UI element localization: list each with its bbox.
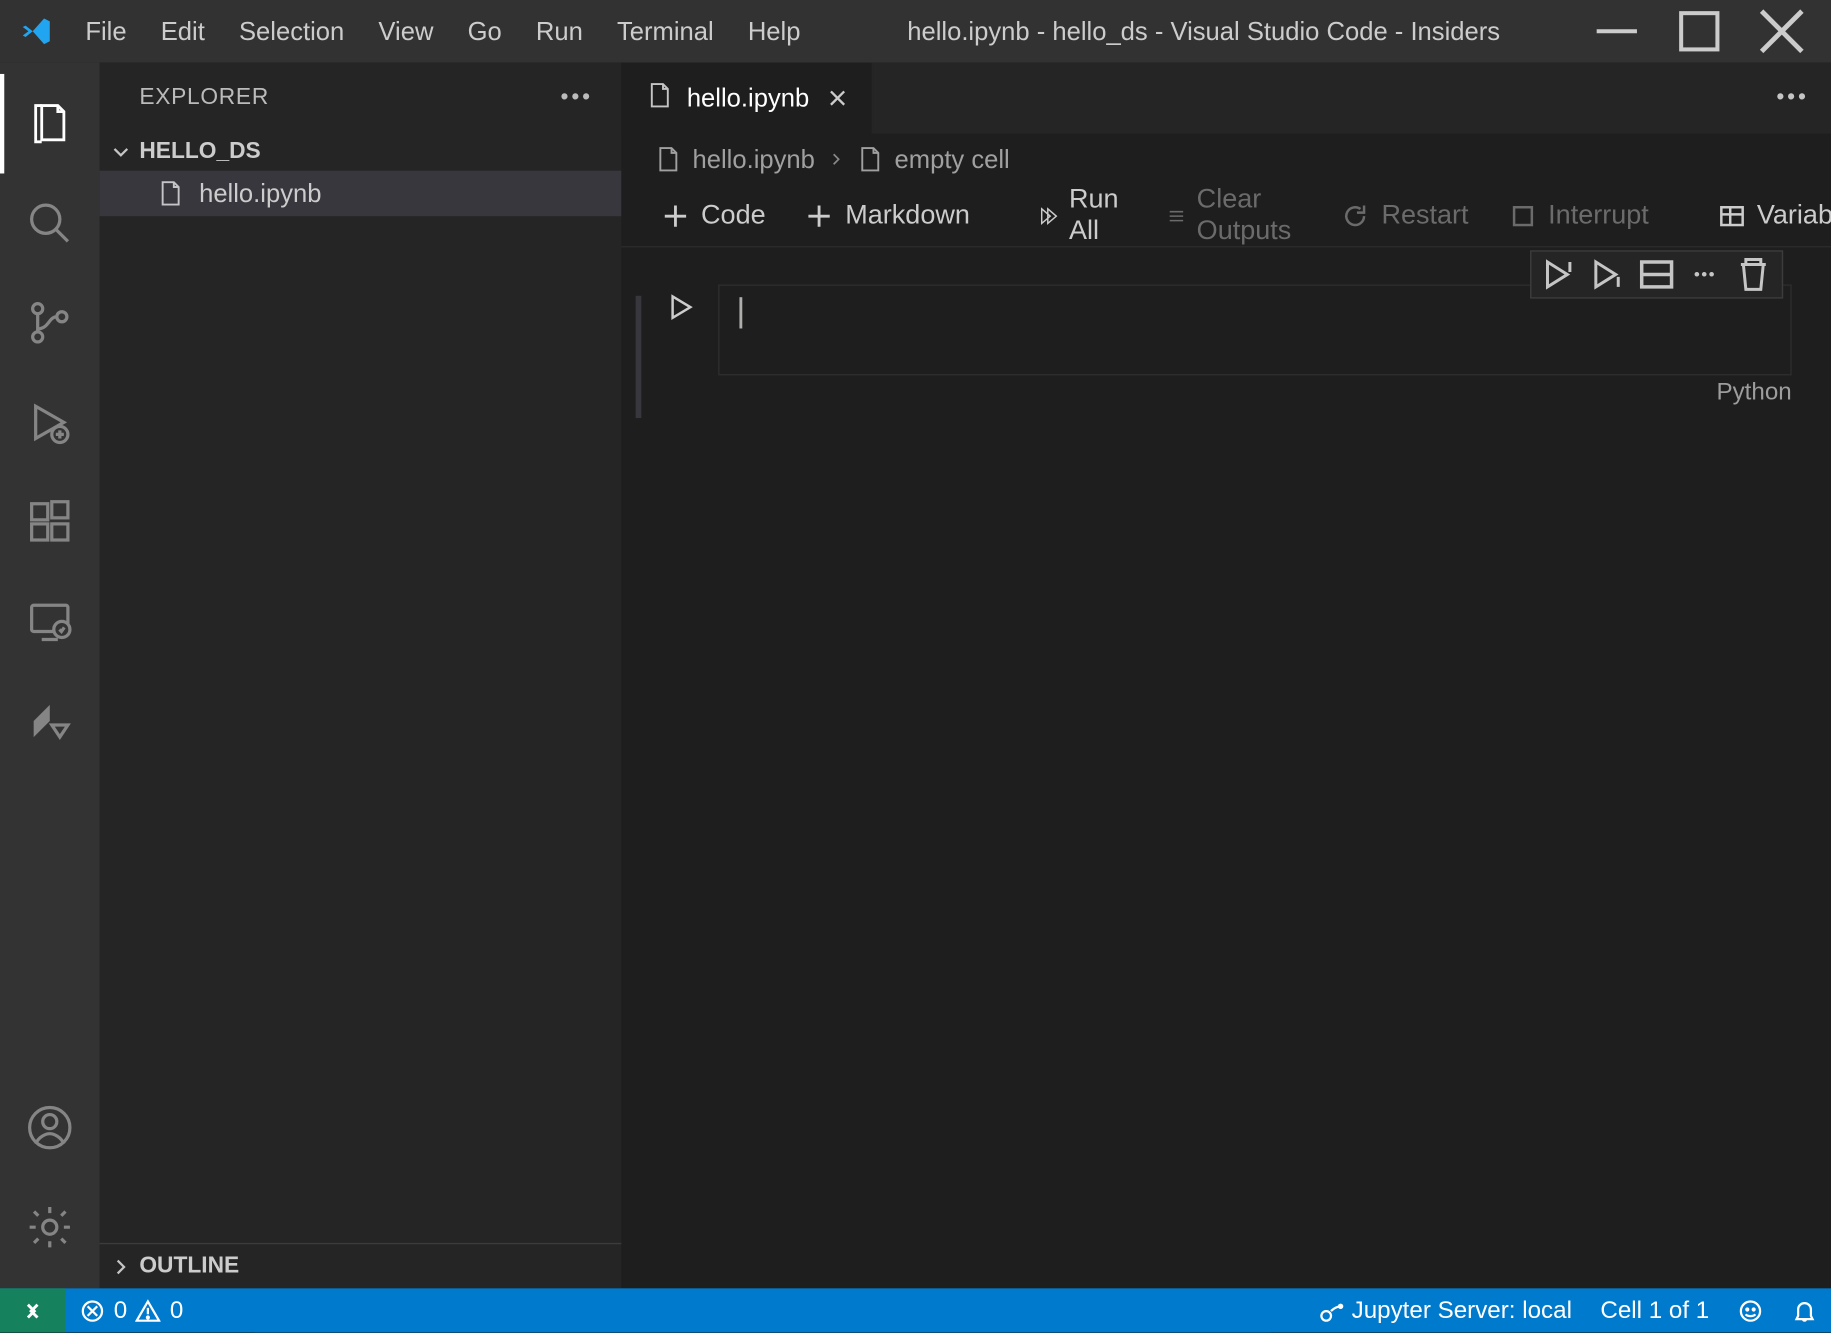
outline-label: OUTLINE <box>139 1254 239 1280</box>
variables-button[interactable]: Variables <box>1703 194 1831 237</box>
sidebar-title: EXPLORER <box>139 85 269 111</box>
breadcrumb-cell[interactable]: empty cell <box>895 144 1010 174</box>
menu-run[interactable]: Run <box>522 11 597 52</box>
status-feedback-icon[interactable] <box>1723 1289 1777 1333</box>
file-item-hello-ipynb[interactable]: hello.ipynb <box>100 171 622 217</box>
execute-below-icon[interactable] <box>1588 257 1628 291</box>
menu-go[interactable]: Go <box>453 11 516 52</box>
breadcrumbs[interactable]: hello.ipynb empty cell <box>621 134 1831 185</box>
outline-header[interactable]: OUTLINE <box>100 1243 622 1289</box>
explorer-sidebar: EXPLORER ••• HELLO_DS hello.ipynb OUTLIN… <box>100 63 622 1289</box>
status-bar: 0 0 Jupyter Server: local Cell 1 of 1 <box>0 1289 1831 1333</box>
menu-help[interactable]: Help <box>734 11 815 52</box>
activity-explorer[interactable] <box>0 74 100 174</box>
window-minimize-button[interactable] <box>1593 10 1641 53</box>
status-problems[interactable]: 0 0 <box>65 1289 197 1333</box>
file-icon <box>156 179 184 207</box>
activity-extensions[interactable] <box>0 472 100 572</box>
menu-file[interactable]: File <box>71 11 141 52</box>
run-all-button[interactable]: Run All <box>1024 178 1142 252</box>
tabs-bar: hello.ipynb ••• <box>621 63 1831 134</box>
tab-label: hello.ipynb <box>687 83 809 113</box>
status-jupyter-server[interactable]: Jupyter Server: local <box>1303 1289 1586 1333</box>
text-cursor <box>739 297 742 328</box>
status-errors-count: 0 <box>114 1297 127 1325</box>
activity-accounts[interactable] <box>0 1078 100 1178</box>
cell-language-label[interactable]: Python <box>1716 378 1791 405</box>
run-cell-icon[interactable] <box>665 293 693 329</box>
file-label: hello.ipynb <box>199 178 321 208</box>
menu-selection[interactable]: Selection <box>225 11 359 52</box>
status-notifications-icon[interactable] <box>1778 1289 1831 1333</box>
vscode-logo-icon <box>20 14 54 48</box>
clear-outputs-button[interactable]: Clear Outputs <box>1153 178 1316 252</box>
cell-focus-indicator <box>636 296 642 418</box>
notebook-body: ••• Python <box>621 247 1831 1288</box>
restart-button[interactable]: Restart <box>1327 194 1482 237</box>
breadcrumb-file[interactable]: hello.ipynb <box>693 144 815 174</box>
run-by-line-icon[interactable] <box>1540 257 1580 291</box>
status-remote-button[interactable] <box>0 1289 65 1333</box>
menu-terminal[interactable]: Terminal <box>603 11 728 52</box>
activity-remote-explorer[interactable] <box>0 572 100 672</box>
activity-run-debug[interactable] <box>0 373 100 473</box>
tab-hello-ipynb[interactable]: hello.ipynb <box>621 63 873 134</box>
notebook-toolbar: Code Markdown Run All Clear Outputs <box>621 185 1831 248</box>
file-icon <box>647 82 673 115</box>
editor-more-icon[interactable]: ••• <box>1776 85 1808 111</box>
window-close-button[interactable] <box>1758 10 1806 53</box>
title-bar: File Edit Selection View Go Run Terminal… <box>0 0 1831 63</box>
tab-close-icon[interactable] <box>823 84 851 112</box>
activity-bar <box>0 63 100 1289</box>
split-cell-icon[interactable] <box>1637 257 1677 291</box>
activity-settings[interactable] <box>0 1178 100 1278</box>
menu-view[interactable]: View <box>364 11 447 52</box>
notebook-cell[interactable]: ••• Python <box>636 259 1818 418</box>
status-cell-position[interactable]: Cell 1 of 1 <box>1586 1289 1723 1333</box>
add-code-button[interactable]: Code <box>647 194 780 237</box>
cell-more-icon[interactable]: ••• <box>1685 257 1725 291</box>
menu-edit[interactable]: Edit <box>146 11 219 52</box>
cell-toolbar: ••• <box>1530 250 1783 298</box>
window-title: hello.ipynb - hello_ds - Visual Studio C… <box>815 16 1593 46</box>
activity-search[interactable] <box>0 173 100 273</box>
sidebar-more-icon[interactable]: ••• <box>561 85 593 111</box>
menu-bar: File Edit Selection View Go Run Terminal… <box>71 11 815 52</box>
activity-liveshare[interactable] <box>0 671 100 771</box>
editor-group: hello.ipynb ••• hello.ipynb <box>621 63 1831 1289</box>
add-markdown-button[interactable]: Markdown <box>791 194 984 237</box>
status-warnings-count: 0 <box>170 1297 183 1325</box>
interrupt-button[interactable]: Interrupt <box>1494 194 1663 237</box>
folder-header[interactable]: HELLO_DS <box>100 134 622 171</box>
activity-source-control[interactable] <box>0 273 100 373</box>
window-maximize-button[interactable] <box>1675 10 1723 53</box>
delete-cell-icon[interactable] <box>1733 257 1773 291</box>
folder-name: HELLO_DS <box>139 139 260 165</box>
